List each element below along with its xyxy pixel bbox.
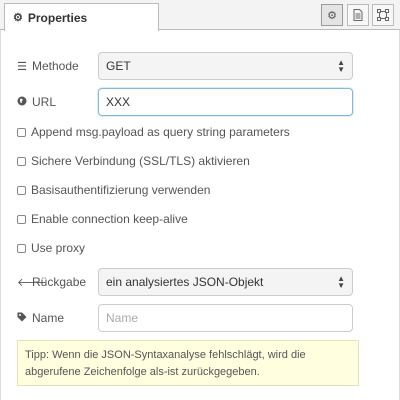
updown-arrow-icon: ▲ ▼ (337, 274, 345, 290)
basic-auth-checkbox[interactable]: Basisauthentifizierung verwenden (17, 182, 210, 198)
method-select[interactable]: GET ▲ ▼ (98, 52, 353, 80)
checkbox-icon (17, 156, 26, 166)
name-input[interactable]: Name (98, 304, 353, 332)
return-select[interactable]: ein analysiertes JSON-Objekt ▲ ▼ (98, 268, 353, 296)
appearance-button[interactable] (372, 4, 394, 26)
tab-properties-label: Properties (27, 10, 88, 25)
keep-alive-checkbox[interactable]: Enable connection keep-alive (17, 211, 188, 227)
method-label: ☰ Methode (17, 59, 79, 73)
settings-button[interactable]: ⚙ (321, 4, 343, 26)
description-button[interactable] (347, 4, 369, 26)
checkbox-icon (17, 243, 26, 253)
name-placeholder: Name (106, 311, 139, 325)
list-icon: ☰ (17, 60, 27, 73)
checkbox-icon (17, 214, 26, 224)
tab-bar: ⚙ Properties ⚙ (0, 0, 400, 31)
name-row: Name (17, 305, 98, 331)
name-label: Name (17, 311, 98, 325)
method-row: ☰ Methode (17, 53, 98, 79)
arrow-left-icon: 🡐 (17, 277, 47, 289)
globe-icon (17, 96, 27, 109)
checkbox-icon (17, 185, 26, 195)
checkbox-icon (17, 127, 26, 137)
checkbox-label: Use proxy (31, 241, 86, 255)
return-row: 🡐 Rückgabe (17, 269, 98, 295)
updown-arrow-icon: ▲ ▼ (337, 58, 345, 74)
frame-icon (377, 9, 389, 21)
return-value: ein analysiertes JSON-Objekt (106, 275, 264, 289)
method-value: GET (106, 59, 131, 73)
tip-box: Tipp: Wenn die JSON-Syntaxanalyse fehlsc… (17, 340, 359, 386)
gear-icon: ⚙ (13, 12, 23, 24)
return-label: 🡐 Rückgabe (17, 275, 87, 289)
use-proxy-checkbox[interactable]: Use proxy (17, 240, 85, 256)
url-label: URL (17, 95, 98, 109)
tag-icon (17, 312, 27, 325)
checkbox-label: Enable connection keep-alive (31, 212, 188, 226)
ssl-tls-checkbox[interactable]: Sichere Verbindung (SSL/TLS) aktivieren (17, 153, 250, 169)
checkbox-label: Basisauthentifizierung verwenden (31, 183, 211, 197)
url-value: XXX (106, 95, 131, 109)
tab-properties[interactable]: ⚙ Properties (4, 3, 159, 31)
gear-icon: ⚙ (327, 9, 337, 22)
url-input[interactable]: XXX (98, 88, 353, 116)
checkbox-label: Append msg.payload as query string param… (31, 125, 290, 139)
url-row: URL (17, 89, 98, 115)
document-icon (353, 9, 363, 21)
checkbox-label: Sichere Verbindung (SSL/TLS) aktivieren (31, 154, 250, 168)
append-payload-checkbox[interactable]: Append msg.payload as query string param… (17, 124, 290, 140)
